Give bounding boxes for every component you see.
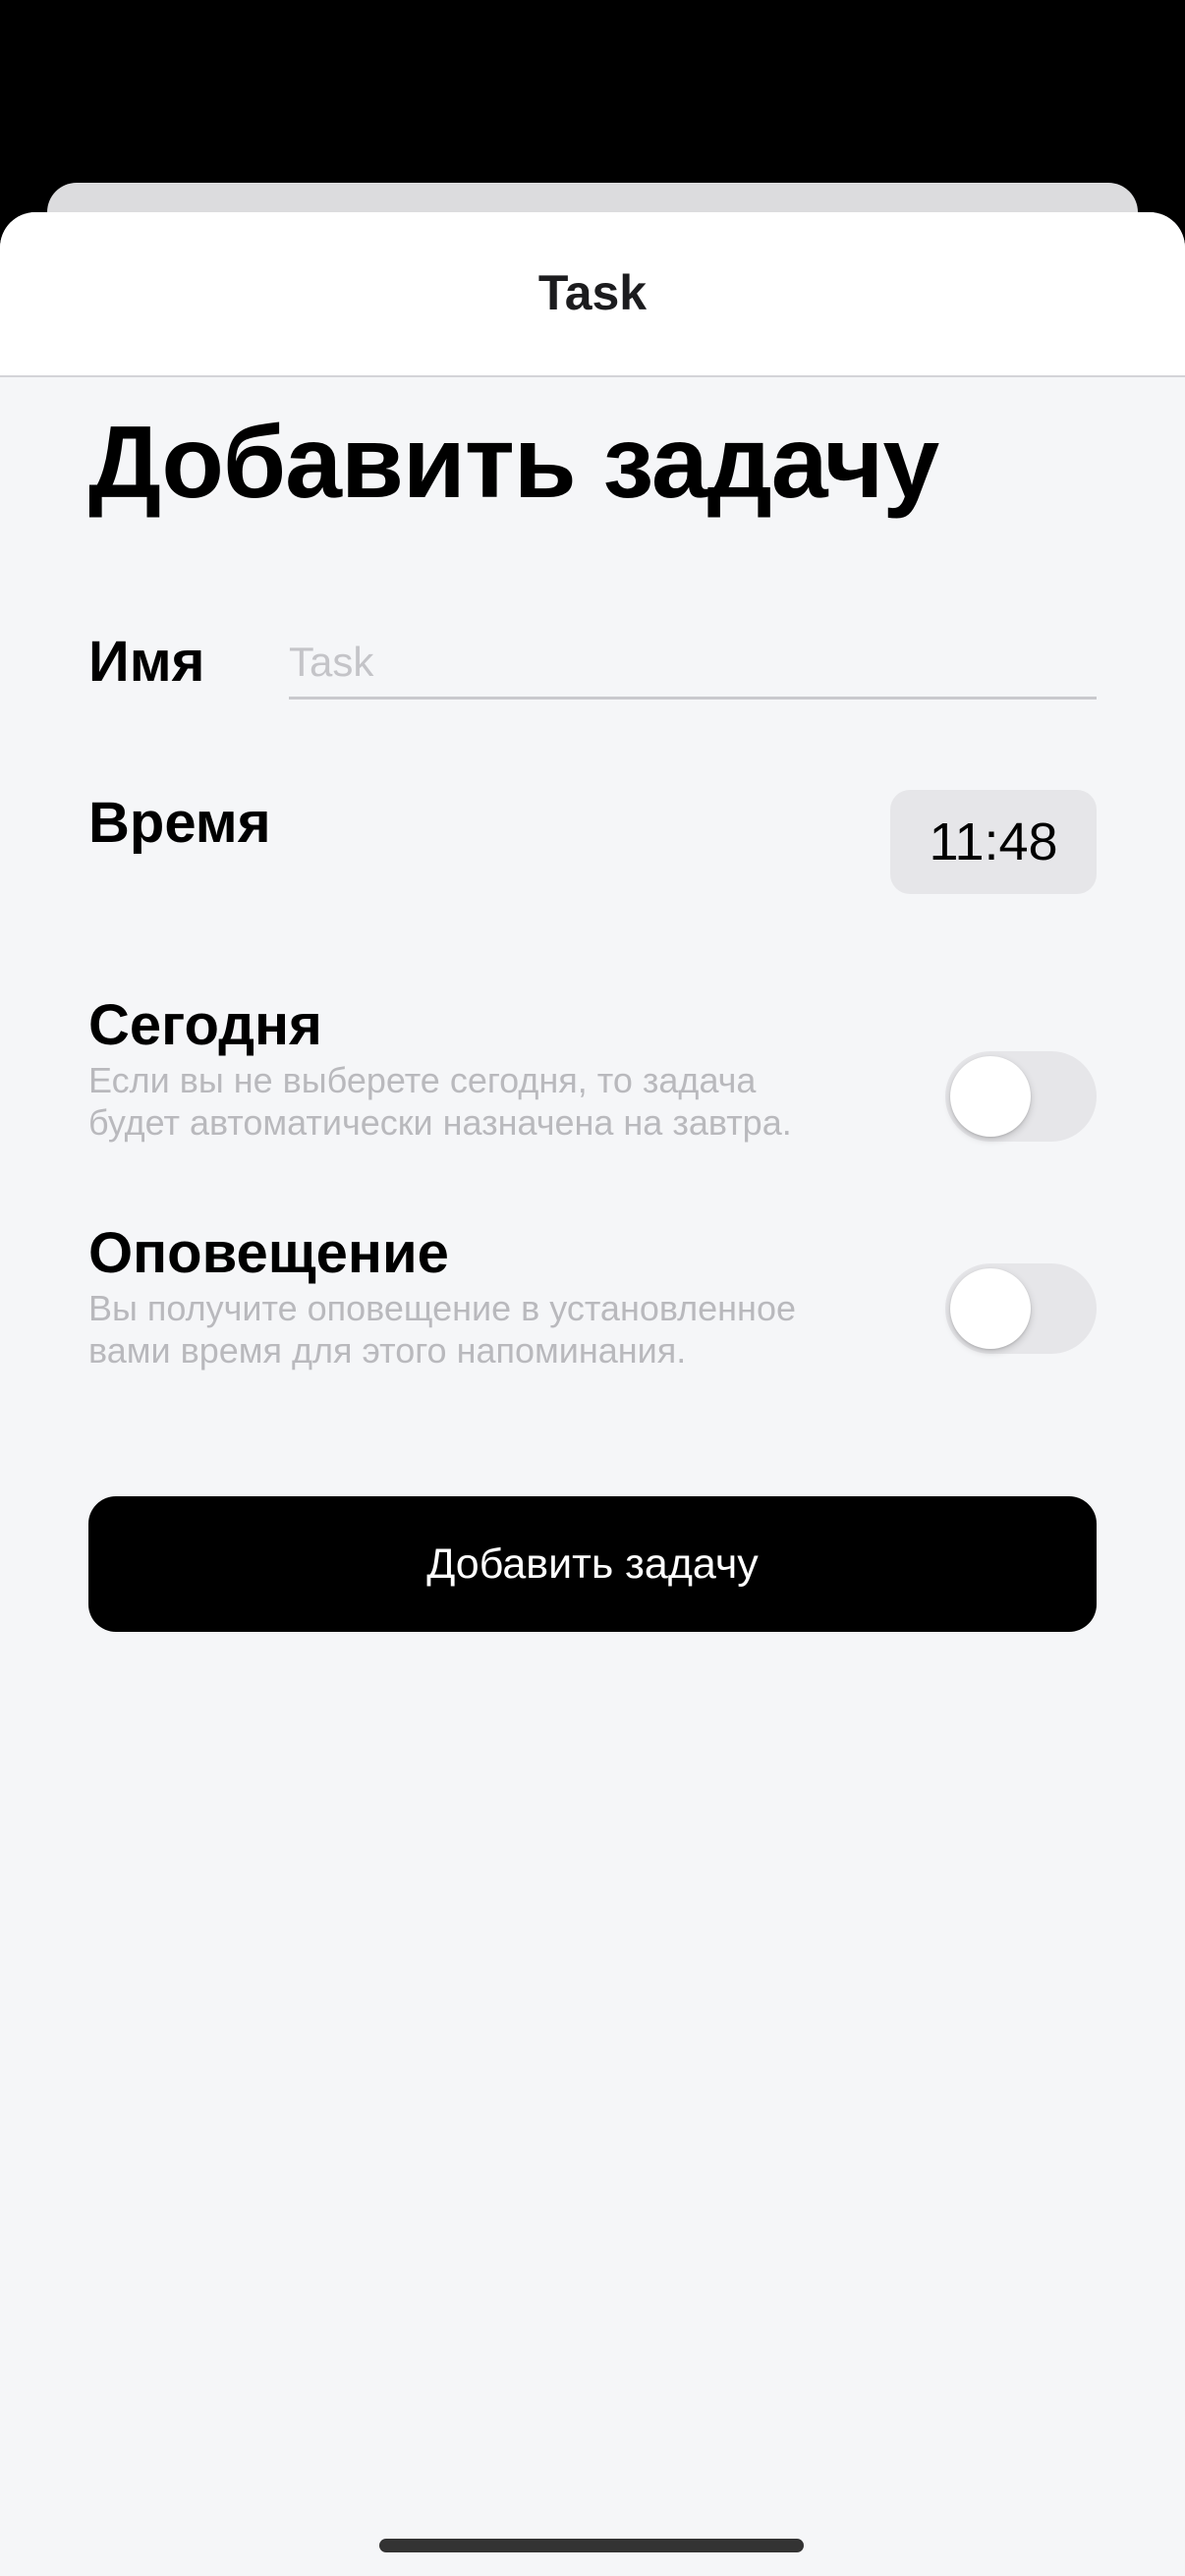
page-title: Добавить задачу <box>88 406 939 520</box>
notification-label: Оповещение <box>88 1221 449 1285</box>
time-label: Время <box>88 791 271 855</box>
time-picker-button[interactable]: 11:48 <box>890 790 1097 894</box>
today-description: Если вы не выберете сегодня, то задача б… <box>88 1060 792 1143</box>
add-task-sheet: Task Добавить задачу Имя Время 11:48 Сег… <box>0 212 1185 2576</box>
home-indicator <box>379 2539 804 2552</box>
today-toggle[interactable] <box>945 1051 1097 1142</box>
name-label: Имя <box>88 630 205 694</box>
notification-description: Вы получите оповещение в установленное в… <box>88 1288 796 1371</box>
notification-toggle[interactable] <box>945 1263 1097 1354</box>
navigation-bar: Task <box>0 212 1185 377</box>
add-task-button[interactable]: Добавить задачу <box>88 1496 1097 1632</box>
screen: Task Добавить задачу Имя Время 11:48 Сег… <box>0 0 1185 2576</box>
task-name-input[interactable] <box>289 627 1097 700</box>
today-label: Сегодня <box>88 993 322 1057</box>
toggle-knob <box>950 1056 1031 1137</box>
toggle-knob <box>950 1268 1031 1349</box>
nav-title: Task <box>537 265 648 320</box>
